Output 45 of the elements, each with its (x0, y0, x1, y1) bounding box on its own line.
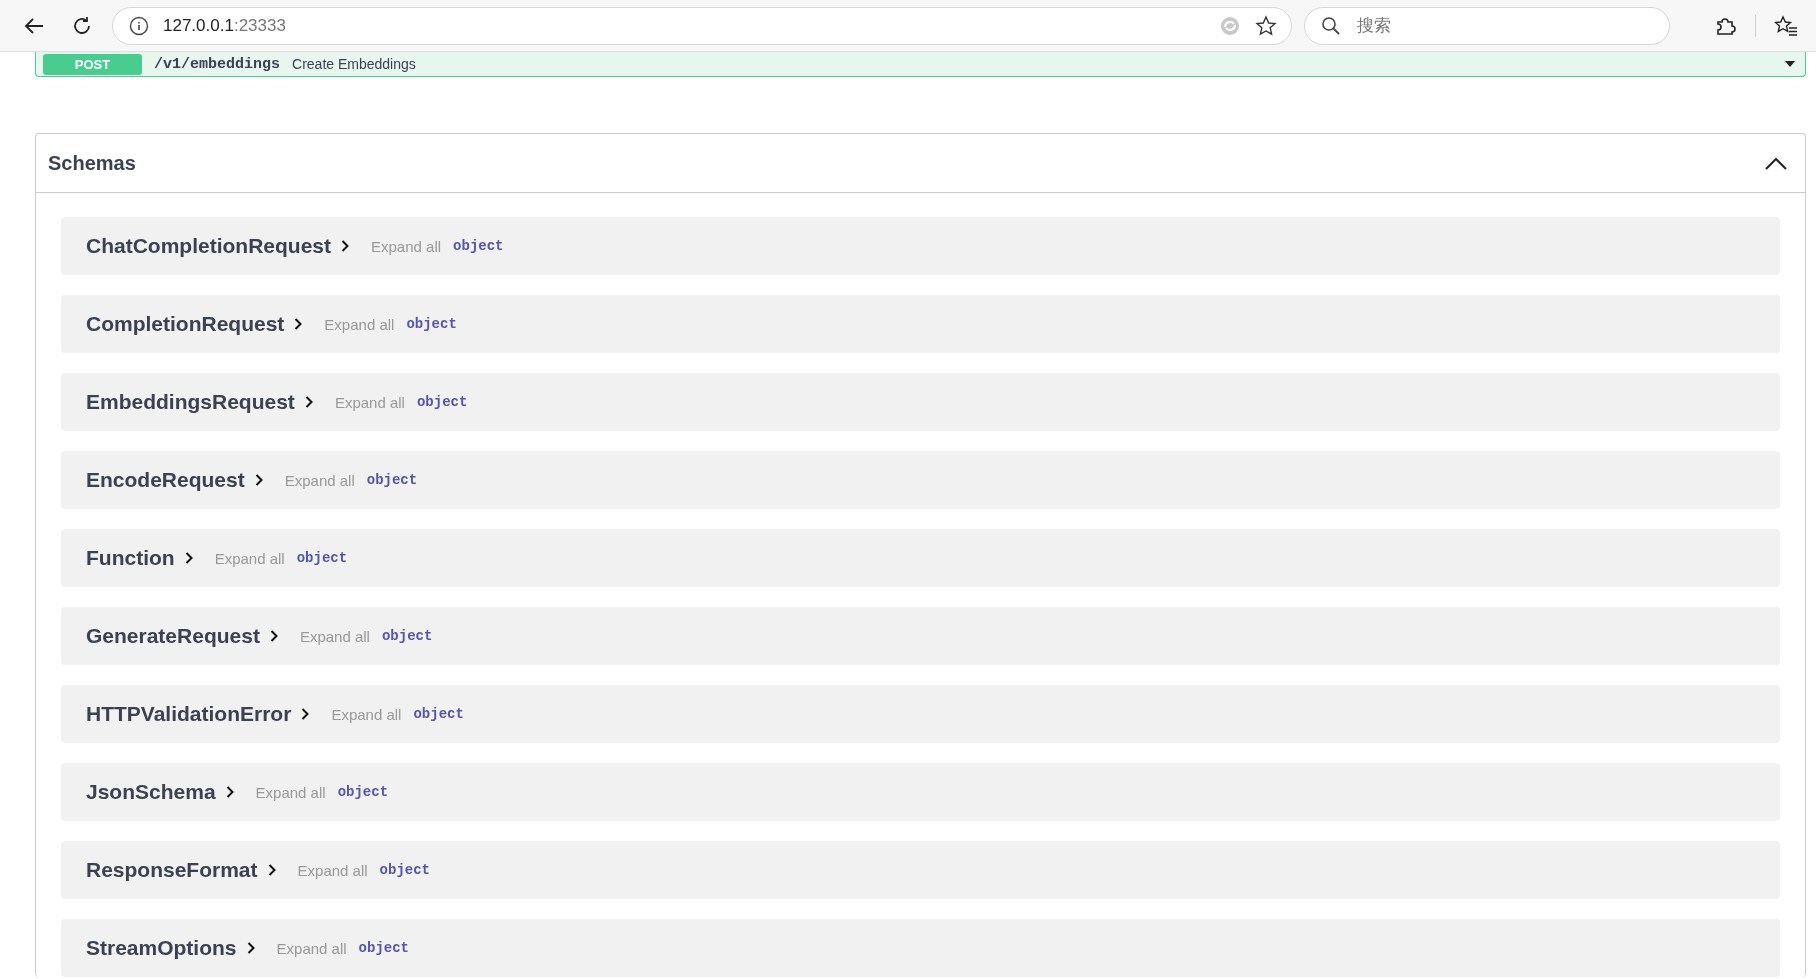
star-list-icon (1774, 14, 1798, 37)
schema-name[interactable]: Function (86, 546, 175, 570)
schema-type: object (358, 940, 409, 956)
schema-type: object (453, 238, 504, 254)
chevron-right-icon[interactable] (246, 942, 255, 954)
schema-type: object (366, 472, 418, 488)
url-text: 127.0.0.1:23333 (163, 15, 287, 36)
schema-name[interactable]: HTTPValidationError (86, 702, 292, 726)
schema-type: object (337, 784, 389, 800)
schema-type: object (296, 550, 348, 566)
chevron-right-icon[interactable] (267, 864, 276, 876)
schema-type: object (413, 706, 464, 722)
star-icon[interactable] (1255, 14, 1277, 37)
reload-icon (71, 14, 93, 37)
chevron-up-icon[interactable] (1765, 156, 1787, 170)
schema-type: object (381, 628, 433, 644)
chevron-right-icon[interactable] (254, 474, 263, 486)
info-icon (129, 15, 149, 36)
method-badge: POST (43, 53, 142, 75)
section-title: Schemas (48, 151, 136, 175)
chevron-down-icon[interactable] (1785, 61, 1795, 67)
schema-name[interactable]: EmbeddingsRequest (86, 390, 295, 414)
chevron-right-icon[interactable] (304, 396, 313, 408)
schema-name[interactable]: JsonSchema (86, 780, 216, 804)
schema-type: object (379, 862, 431, 878)
schema-name[interactable]: GenerateRequest (86, 624, 260, 648)
endpoint-path: /v1/embeddings (154, 55, 281, 73)
schema-name[interactable]: EncodeRequest (86, 468, 245, 492)
chevron-right-icon[interactable] (341, 240, 349, 252)
schema-name[interactable]: ChatCompletionRequest (86, 234, 331, 258)
search-field[interactable]: 搜索 (1304, 6, 1670, 45)
schema-name[interactable]: CompletionRequest (86, 312, 285, 336)
chevron-right-icon[interactable] (301, 708, 310, 720)
endpoint-summary: Create Embeddings (292, 56, 416, 72)
chevron-right-icon[interactable] (269, 630, 278, 642)
chevron-right-icon[interactable] (225, 786, 234, 798)
schema-type: object (416, 394, 468, 410)
schema-type: object (406, 316, 457, 332)
schema-name[interactable]: ResponseFormat (86, 858, 258, 882)
address-bar[interactable]: 127.0.0.1:23333 (112, 6, 1292, 45)
search-icon (1321, 15, 1341, 36)
chevron-right-icon[interactable] (294, 318, 303, 330)
chevron-right-icon[interactable] (184, 552, 193, 564)
schema-name[interactable]: StreamOptions (86, 936, 237, 960)
schemas-header[interactable]: Schemas (36, 134, 1805, 193)
